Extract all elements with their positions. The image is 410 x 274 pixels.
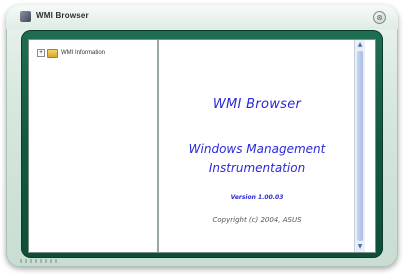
- app-icon: [20, 11, 31, 22]
- title-bar[interactable]: WMI Browser ⊗: [6, 5, 398, 29]
- folder-icon: [47, 48, 58, 58]
- tree-pane: + WMI Information: [29, 40, 159, 252]
- vertical-scrollbar[interactable]: ▲ ▼: [354, 40, 365, 252]
- scroll-down-icon[interactable]: ▼: [356, 243, 364, 251]
- inner-panel: + WMI Information WMI Browser Windows Ma…: [28, 39, 376, 253]
- tree-item-label[interactable]: WMI Information: [61, 50, 105, 56]
- tree-item-wmi-information[interactable]: + WMI Information: [37, 48, 105, 58]
- content-frame: + WMI Information WMI Browser Windows Ma…: [21, 30, 383, 258]
- copyright-text: Copyright (c) 2004, ASUS: [212, 216, 302, 224]
- content-pane: WMI Browser Windows Management Instrumen…: [159, 40, 365, 252]
- subtitle-line-1: Windows Management: [188, 142, 326, 156]
- close-button[interactable]: ⊗: [373, 11, 386, 24]
- content-subtitle: Windows Management Instrumentation: [159, 140, 355, 178]
- version-text: Version 1.00.03: [230, 194, 284, 201]
- expand-icon[interactable]: +: [37, 49, 45, 57]
- scroll-thumb[interactable]: [357, 51, 363, 241]
- window-title: WMI Browser: [36, 11, 89, 20]
- resize-grip-icon[interactable]: [20, 259, 60, 263]
- content-title: WMI Browser: [212, 97, 302, 112]
- subtitle-line-2: Instrumentation: [208, 161, 306, 175]
- wmi-browser-window: WMI Browser ⊗ + WMI Information WMI Brow…: [6, 5, 398, 267]
- scroll-up-icon[interactable]: ▲: [356, 41, 364, 49]
